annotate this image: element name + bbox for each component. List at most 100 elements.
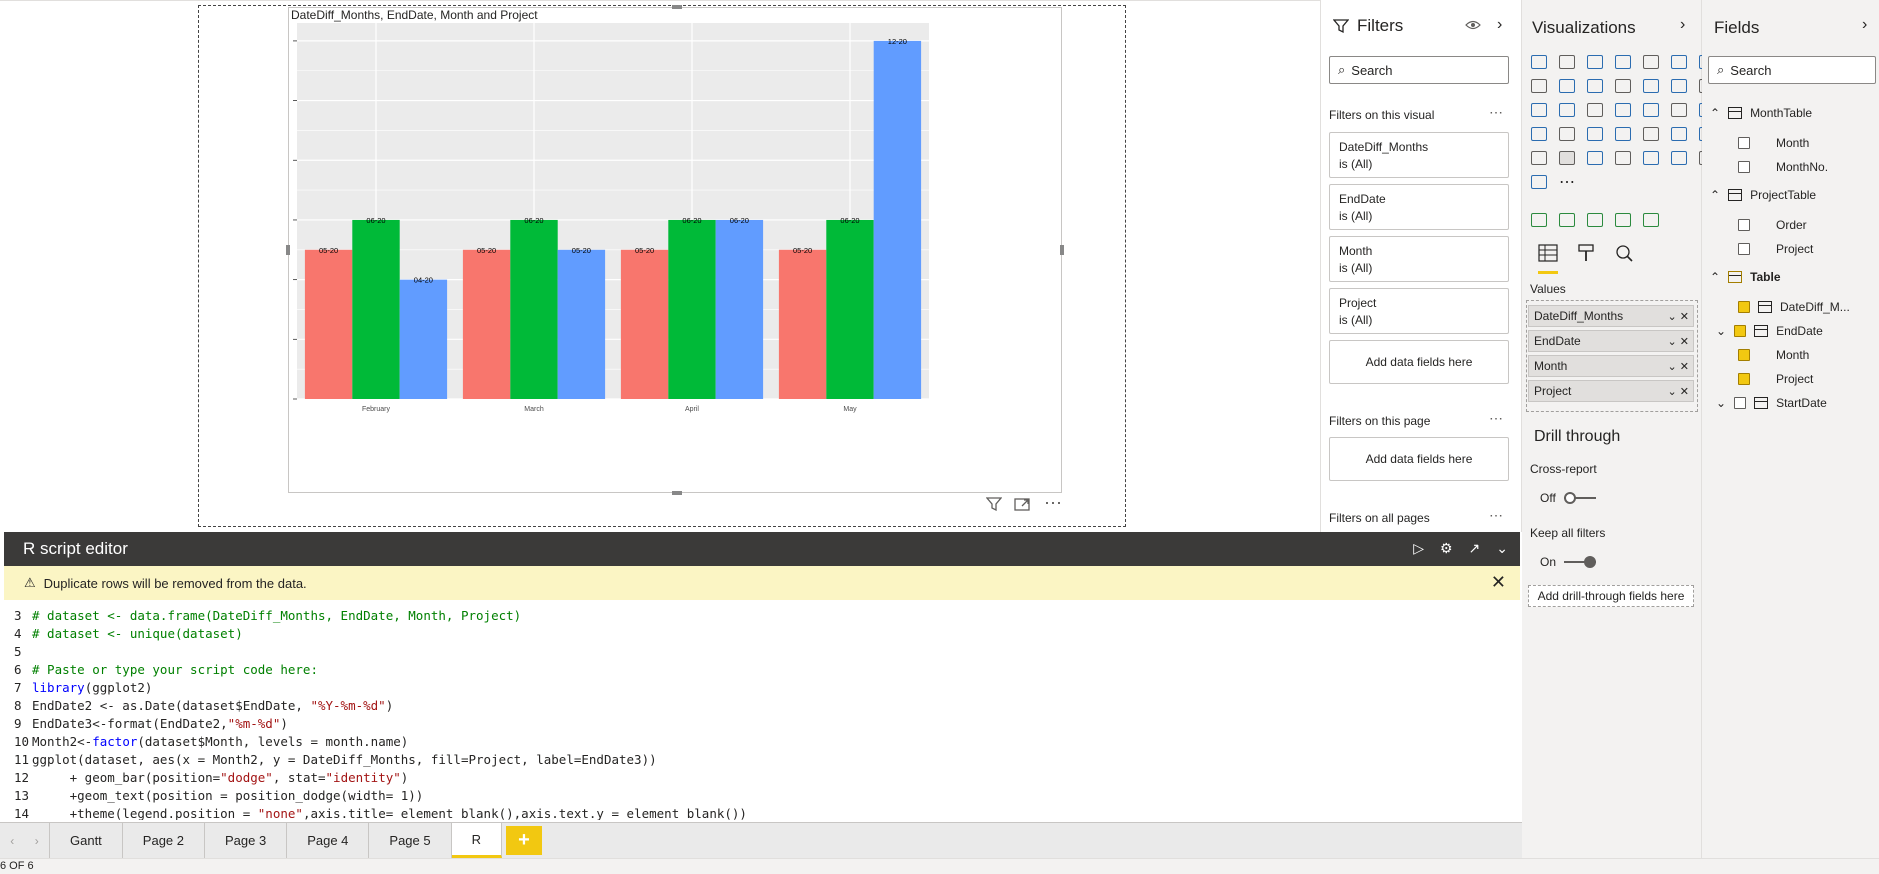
analytics-magnifier-icon[interactable] — [1614, 244, 1634, 274]
field-row[interactable]: ⌄ EndDate — [1716, 324, 1823, 338]
100-bar-icon[interactable] — [1640, 52, 1662, 72]
add-visual-filter-field[interactable]: Add data fields here — [1329, 340, 1509, 384]
field-checkbox[interactable] — [1734, 397, 1747, 409]
chevron-up-icon[interactable]: ⌃ — [1710, 270, 1720, 284]
resize-handle-top[interactable] — [672, 5, 682, 9]
page-tab[interactable]: Page 4 — [287, 823, 370, 858]
filter-card-datediff[interactable]: DateDiff_Months is (All) — [1329, 132, 1509, 178]
field-row[interactable]: Project — [1738, 372, 1813, 386]
gauge-icon[interactable] — [1556, 124, 1578, 144]
chevron-down-icon[interactable]: ⌄ ✕ — [1668, 335, 1690, 348]
slicer-icon[interactable] — [1668, 124, 1690, 144]
eye-icon[interactable] — [1465, 18, 1481, 37]
chevron-down-icon[interactable]: ⌄ ✕ — [1668, 360, 1690, 373]
collapse-visualizations-icon[interactable]: › — [1680, 16, 1685, 34]
more-options-icon[interactable]: ⋯ — [1489, 410, 1504, 427]
chevron-down-icon[interactable]: ⌄ ✕ — [1668, 310, 1690, 323]
paginated-icon[interactable] — [1528, 172, 1550, 192]
small-multiples-icon[interactable] — [1640, 210, 1662, 230]
close-icon[interactable]: ✕ — [1491, 572, 1506, 593]
add-page-filter-field[interactable]: Add data fields here — [1329, 437, 1509, 481]
field-row[interactable]: MonthNo. — [1738, 160, 1828, 174]
chevron-right-icon[interactable]: › — [35, 834, 39, 848]
field-row[interactable]: Order — [1738, 218, 1807, 232]
multirow-card-icon[interactable] — [1612, 124, 1634, 144]
field-checkbox[interactable] — [1738, 137, 1750, 149]
fields-list-icon[interactable] — [1556, 210, 1578, 230]
funnel-icon[interactable] — [1528, 100, 1550, 120]
table-monthtable[interactable]: ⌃ MonthTable — [1710, 106, 1812, 120]
shape-map-icon[interactable] — [1528, 124, 1550, 144]
chevron-up-icon[interactable]: ⌃ — [1710, 188, 1720, 202]
page-tab[interactable]: Page 5 — [369, 823, 452, 858]
r-visual[interactable]: 05-20 06-20 04-20 February 05-20 06-20 05-20 Ma… — [288, 7, 1062, 493]
keep-filters-toggle[interactable]: On — [1540, 555, 1597, 569]
qa-icon[interactable] — [1668, 148, 1690, 168]
build-visual-icon[interactable] — [1528, 210, 1550, 230]
scatter-alt-icon[interactable] — [1556, 100, 1578, 120]
chevron-left-icon[interactable]: ‹ — [10, 834, 14, 848]
map-icon[interactable] — [1668, 100, 1690, 120]
field-checkbox[interactable] — [1738, 373, 1750, 385]
chevron-down-icon[interactable]: ⌄ ✕ — [1668, 385, 1690, 398]
run-script-icon[interactable]: ▷ — [1413, 540, 1424, 557]
r-visual-icon[interactable] — [1556, 148, 1578, 168]
collapse-filters-icon[interactable]: › — [1497, 16, 1502, 34]
treemap-icon[interactable] — [1640, 100, 1662, 120]
chevron-down-icon[interactable]: ⌄ — [1716, 396, 1726, 410]
more-options-icon[interactable]: ⋯ — [1044, 493, 1062, 514]
stacked-area-icon[interactable] — [1556, 76, 1578, 96]
format-visual-icon[interactable] — [1584, 210, 1606, 230]
more-options-icon[interactable]: ⋯ — [1489, 104, 1504, 121]
field-checkbox[interactable] — [1738, 161, 1750, 173]
values-well-item[interactable]: Month ⌄ ✕ — [1528, 355, 1694, 377]
add-page-button[interactable]: + — [506, 826, 542, 855]
collapse-fields-icon[interactable]: › — [1862, 16, 1867, 34]
field-row[interactable]: Month — [1738, 136, 1809, 150]
field-row[interactable]: Project — [1738, 242, 1813, 256]
format-paint-roller-icon[interactable] — [1576, 244, 1596, 274]
chevron-down-icon[interactable]: ⌄ — [1496, 540, 1508, 557]
python-visual-icon[interactable] — [1584, 148, 1606, 168]
clustered-column-icon[interactable] — [1612, 52, 1634, 72]
values-well-item[interactable]: Project ⌄ ✕ — [1528, 380, 1694, 402]
field-row[interactable]: ⌄ StartDate — [1716, 396, 1827, 410]
resize-handle-left[interactable] — [286, 245, 290, 255]
100-column-icon[interactable] — [1668, 52, 1690, 72]
filter-card-enddate[interactable]: EndDate is (All) — [1329, 184, 1509, 230]
clustered-bar-icon[interactable] — [1584, 52, 1606, 72]
page-tab[interactable]: Page 2 — [122, 823, 205, 858]
field-checkbox[interactable] — [1734, 325, 1747, 337]
focus-mode-icon[interactable] — [1014, 497, 1030, 514]
field-checkbox[interactable] — [1738, 219, 1750, 231]
filter-card-month[interactable]: Month is (All) — [1329, 236, 1509, 282]
filter-icon[interactable] — [985, 497, 1003, 514]
table-projecttable[interactable]: ⌃ ProjectTable — [1710, 188, 1816, 202]
resize-handle-bottom[interactable] — [672, 491, 682, 495]
external-editor-icon[interactable]: ↗ — [1469, 540, 1481, 557]
drill-through-fields-well[interactable]: Add drill-through fields here — [1528, 585, 1694, 607]
cross-report-toggle[interactable]: Off — [1540, 491, 1596, 505]
resize-handle-right[interactable] — [1060, 245, 1064, 255]
values-well-item[interactable]: EndDate ⌄ ✕ — [1528, 330, 1694, 352]
fields-tab-icon[interactable] — [1538, 244, 1558, 274]
field-row[interactable]: Month — [1738, 348, 1809, 362]
toggle-switch[interactable] — [1564, 556, 1597, 568]
field-checkbox[interactable] — [1738, 301, 1750, 313]
page-tab[interactable]: R — [451, 823, 502, 858]
filters-search-input[interactable]: ⌕ Search — [1329, 56, 1509, 84]
pie-icon[interactable] — [1584, 100, 1606, 120]
matrix-icon[interactable] — [1528, 148, 1550, 168]
area-icon[interactable] — [1528, 76, 1550, 96]
kpi-icon[interactable] — [1640, 124, 1662, 144]
waterfall-icon[interactable] — [1668, 76, 1690, 96]
field-row[interactable]: DateDiff_M... — [1738, 300, 1850, 314]
values-well-item[interactable]: DateDiff_Months ⌄ ✕ — [1528, 305, 1694, 327]
chevron-up-icon[interactable]: ⌃ — [1710, 106, 1720, 120]
line-column-icon[interactable] — [1584, 76, 1606, 96]
field-checkbox[interactable] — [1738, 349, 1750, 361]
card-icon[interactable] — [1584, 124, 1606, 144]
more-icon[interactable]: ⋯ — [1556, 172, 1578, 192]
filter-card-project[interactable]: Project is (All) — [1329, 288, 1509, 334]
more-options-icon[interactable]: ⋯ — [1489, 507, 1504, 524]
